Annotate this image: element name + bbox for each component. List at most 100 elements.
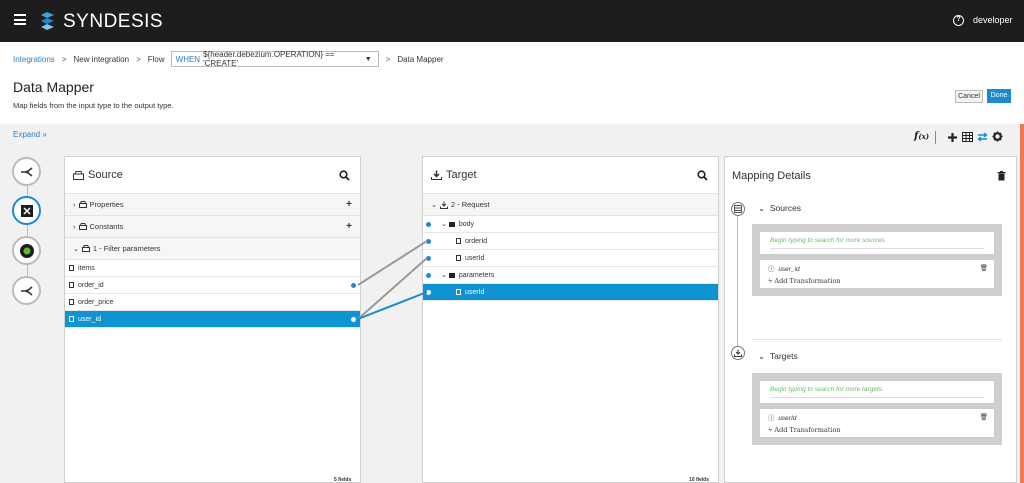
source-field-count: 5 fields [334,477,352,483]
target-panel-header: Target [423,157,718,194]
chevron-right-icon: › [73,200,76,209]
folder-icon [448,272,455,278]
mapping-details-header: Mapping Details [725,157,1016,194]
brand-name: SYNDESIS [63,11,164,32]
page-title: Data Mapper [13,79,94,95]
inbox-icon [78,201,87,208]
target-section-request[interactable]: ⌄ 2 - Request [423,194,718,216]
breadcrumb-new-integration[interactable]: New integration [73,55,129,64]
gear-icon[interactable] [992,131,1003,142]
file-icon [69,316,74,322]
table-icon[interactable] [962,132,973,142]
details-divider [752,339,1002,340]
target-title: Target [446,169,477,181]
mapped-indicator [426,256,431,261]
step-flow-icon[interactable] [12,157,41,186]
inbox-icon [81,245,90,252]
chevron-right-icon: › [73,222,76,231]
expand-rail-button[interactable]: Expand » [13,130,47,139]
help-icon[interactable]: ? [953,15,964,26]
download-icon [439,201,448,209]
function-icon[interactable]: f(x) [914,131,929,142]
info-icon: ⓘ [768,415,775,422]
details-rail-line [737,209,738,355]
user-menu[interactable]: developer [973,15,1013,25]
target-panel: Target ⌄ 2 - Request ⌄ body orderId user… [422,156,719,483]
trash-icon[interactable]: 🗑 [980,413,988,421]
add-constant-icon[interactable]: + [346,221,352,232]
step-flow-icon-2[interactable] [12,276,41,305]
add-mapping-icon[interactable] [947,132,958,143]
step-connection-icon[interactable] [12,236,41,265]
chevron-down-icon: ⌄ [758,351,766,361]
source-field-user-id[interactable]: user_id [65,311,360,328]
mapped-indicator [426,290,431,295]
breadcrumb-integrations[interactable]: Integrations [13,55,55,64]
file-icon [456,255,461,261]
menu-icon[interactable] [14,14,26,25]
add-transformation-link[interactable]: ϟ Add Transformation [768,277,986,285]
exchange-icon[interactable] [977,132,988,142]
chevron-down-icon: ⌄ [431,201,437,209]
source-field-card[interactable]: ⓘ user_id 🗑 ϟ Add Transformation [759,259,995,289]
file-icon [456,238,461,244]
target-field-name: userId [778,415,797,422]
mapped-indicator [426,222,431,227]
target-field-body-userid[interactable]: userId [423,250,718,267]
mapped-indicator [351,283,356,288]
breadcrumb-current: Data Mapper [397,54,444,64]
add-transformation-link[interactable]: ϟ Add Transformation [768,426,986,434]
sources-label[interactable]: ⌄ Sources [758,203,801,214]
breadcrumb: Integrations > New integration > Flow WH… [13,50,444,68]
mapping-details-panel: Mapping Details ⌄ Sources Begin typing t… [724,156,1017,483]
toolbar-divider [935,131,936,144]
top-navbar: SYNDESIS ? developer [0,0,1024,42]
chevron-right-icon: > [385,54,391,64]
flow-condition: ${header.debezium.OPERATION} == 'CREATE' [203,50,335,68]
search-icon[interactable] [697,169,708,181]
add-property-icon[interactable]: + [346,199,352,210]
chevron-down-icon: ⌄ [758,203,766,213]
source-section-filter-parameters[interactable]: ⌄ 1 - Filter parameters [65,238,360,260]
flow-select[interactable]: WHEN ${header.debezium.OPERATION} == 'CR… [170,50,379,68]
file-icon [456,289,461,295]
right-accent-bar [1020,124,1024,483]
source-panel: Source › Properties + › Constants + ⌄ 1 … [64,156,361,483]
search-icon[interactable] [339,169,350,181]
targets-box: Begin typing to search for more targets … [752,373,1002,445]
page-subtitle: Map fields from the input type to the ou… [13,101,174,110]
target-field-card[interactable]: ⓘ userId 🗑 ϟ Add Transformation [759,408,995,438]
targets-download-icon [731,346,745,360]
source-section-constants[interactable]: › Constants + [65,216,360,238]
targets-search-input[interactable]: Begin typing to search for more targets [759,380,995,404]
cancel-button[interactable]: Cancel [955,90,983,103]
step-data-mapper-icon[interactable] [12,196,41,225]
target-field-parameters-userid[interactable]: userId [423,284,718,301]
target-folder-body[interactable]: ⌄ body [423,216,718,233]
bolt-icon: ϟ [768,277,773,285]
file-icon [69,282,74,288]
chevron-down-icon: ⌄ [441,272,447,279]
source-field-items[interactable]: items [65,260,360,277]
done-button[interactable]: Done [987,89,1011,103]
source-field-name: user_id [778,266,800,273]
source-title: Source [88,169,123,181]
download-icon [431,170,442,180]
source-field-order-price[interactable]: order_price [65,294,360,311]
flow-when-label: WHEN [175,54,201,64]
target-folder-parameters[interactable]: ⌄ parameters [423,267,718,284]
sources-search-input[interactable]: Begin typing to search for more sources [759,231,995,255]
target-field-body-orderid[interactable]: orderId [423,233,718,250]
chevron-right-icon: > [136,54,141,64]
chevron-down-icon: ⌄ [73,245,79,253]
sources-db-icon [731,202,745,216]
source-section-properties[interactable]: › Properties + [65,194,360,216]
targets-label[interactable]: ⌄ Targets [758,351,798,362]
source-field-order-id[interactable]: order_id [65,277,360,294]
folder-icon [448,221,455,227]
file-icon [69,299,74,305]
file-icon [69,265,74,271]
inbox-icon [73,170,84,180]
trash-icon[interactable] [997,170,1006,181]
trash-icon[interactable]: 🗑 [980,264,988,272]
